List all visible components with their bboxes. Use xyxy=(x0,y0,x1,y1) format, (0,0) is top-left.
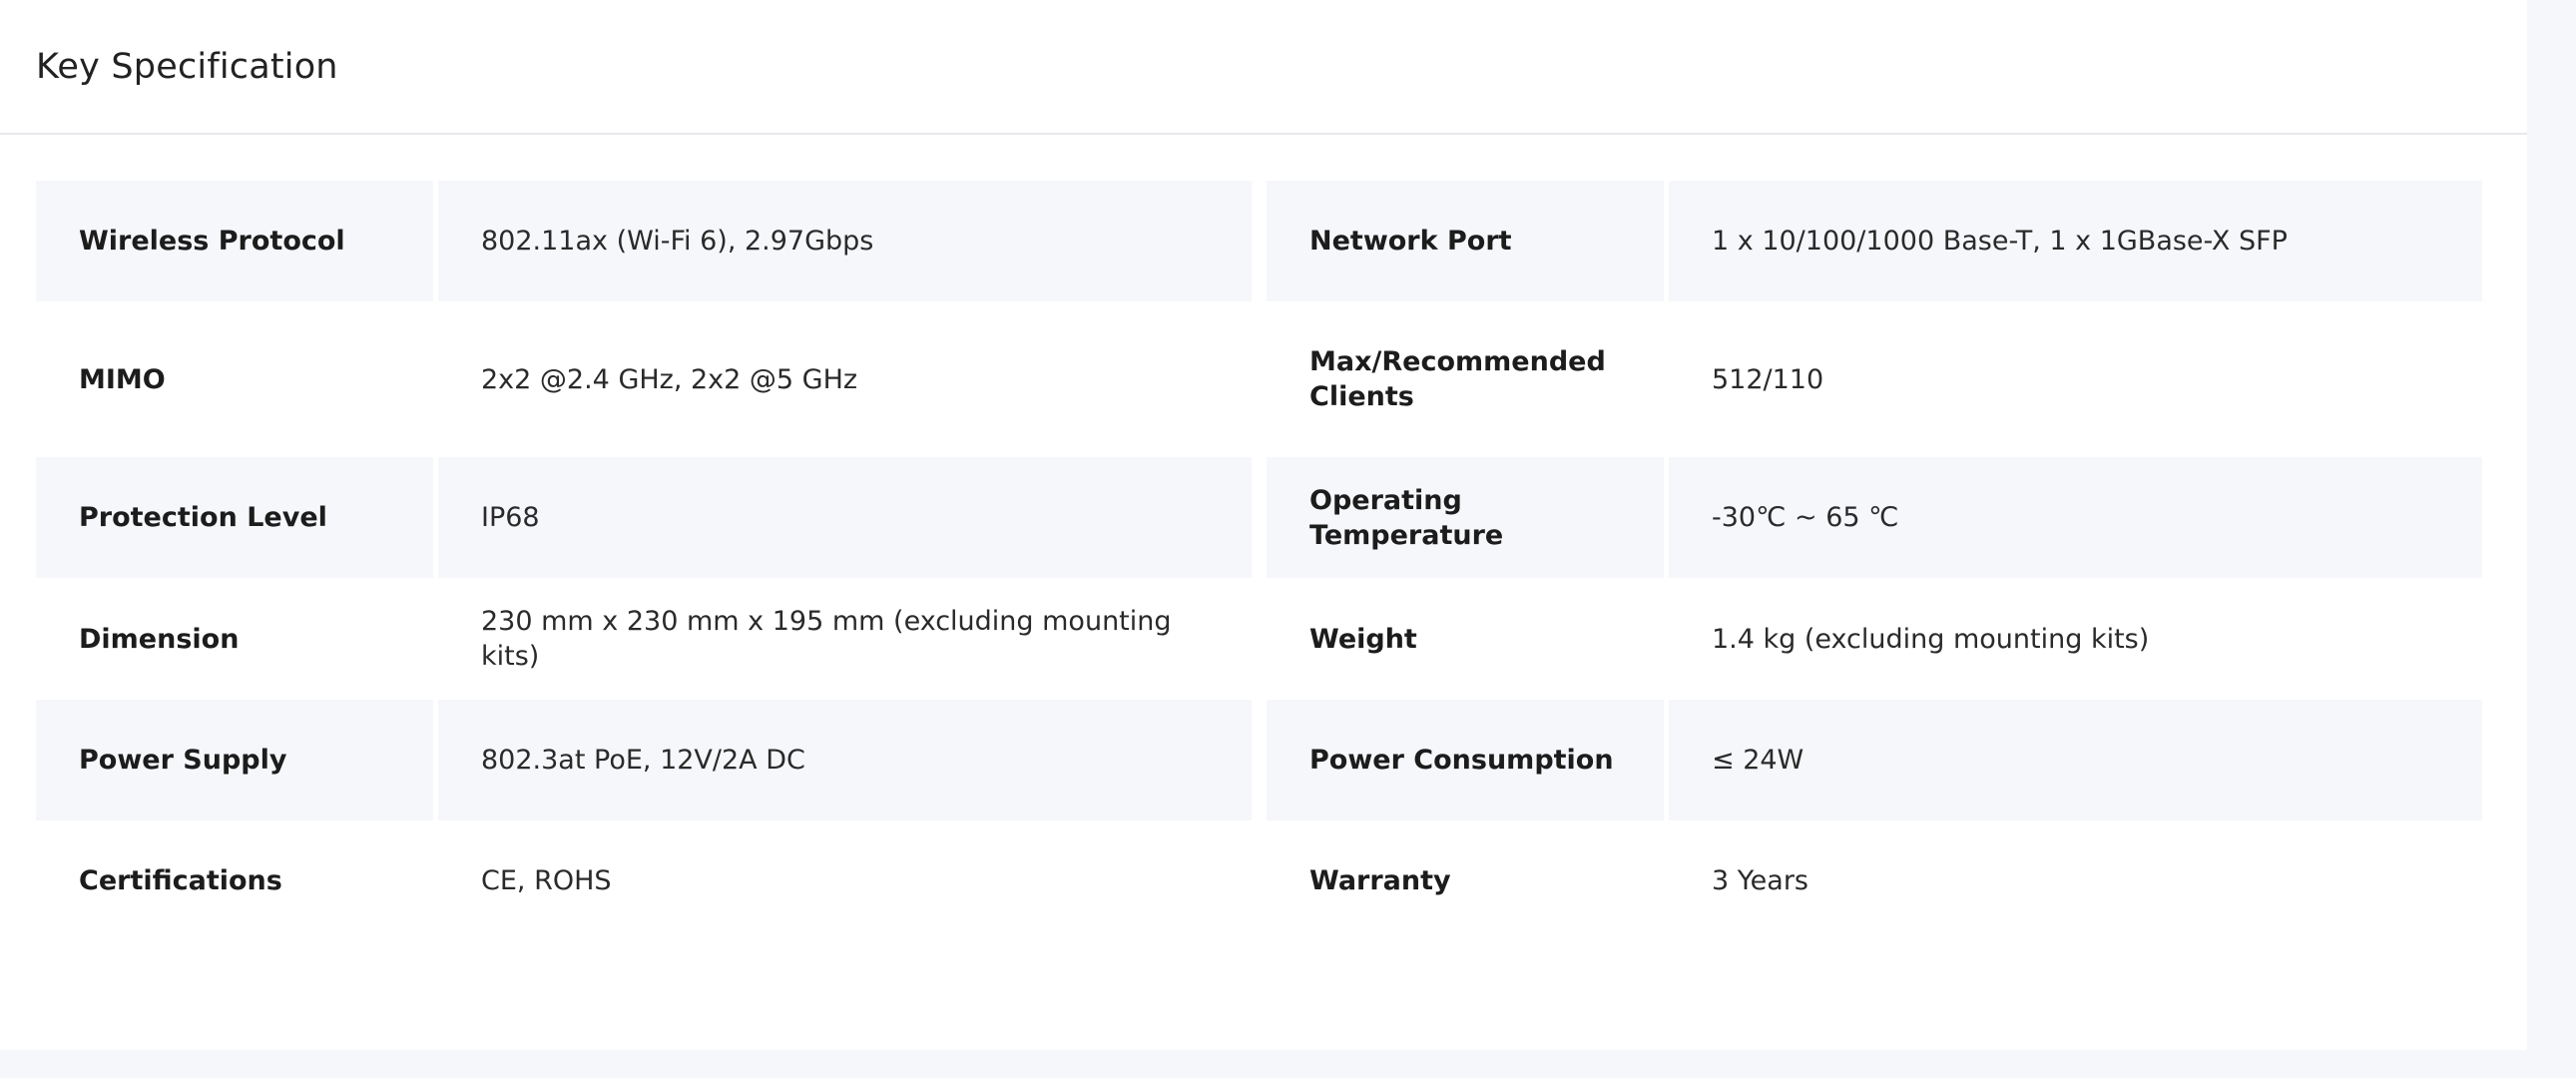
spec-value: 230 mm x 230 mm x 195 mm (excluding moun… xyxy=(481,606,1172,672)
spec-value: 2x2 @2.4 GHz, 2x2 @5 GHz xyxy=(481,363,858,395)
spec-value-cell: ≤ 24W xyxy=(1669,700,2482,820)
spec-pair-right: Warranty 3 Years xyxy=(1267,820,2482,941)
spec-value: CE, ROHS xyxy=(481,865,612,896)
spec-label: Network Port xyxy=(1309,226,1512,257)
spec-pair-right: Operating Temperature -30℃ ~ 65 ℃ xyxy=(1267,457,2482,578)
spec-row: Protection Level IP68 Operating Temperat… xyxy=(36,457,2483,578)
spec-value: 802.11ax (Wi-Fi 6), 2.97Gbps xyxy=(481,226,874,257)
spec-row: Dimension 230 mm x 230 mm x 195 mm (excl… xyxy=(36,578,2483,700)
spec-value: -30℃ ~ 65 ℃ xyxy=(1712,502,1899,533)
spec-value-cell: 3 Years xyxy=(1669,820,2482,941)
spec-pair-left: Power Supply 802.3at PoE, 12V/2A DC xyxy=(36,700,1252,820)
panel-header: Key Specification xyxy=(0,0,2527,135)
spec-value: 1 x 10/100/1000 Base-T, 1 x 1GBase-X SFP xyxy=(1712,226,2288,257)
spec-label-cell: Warranty xyxy=(1267,820,1664,941)
spec-value: 1.4 kg (excluding mounting kits) xyxy=(1712,623,2150,655)
spec-label: MIMO xyxy=(79,363,166,395)
spec-label-cell: MIMO xyxy=(36,301,433,457)
spec-label-cell: Protection Level xyxy=(36,457,433,578)
spec-value-cell: 802.11ax (Wi-Fi 6), 2.97Gbps xyxy=(438,181,1252,301)
spec-value-cell: 2x2 @2.4 GHz, 2x2 @5 GHz xyxy=(438,301,1252,457)
spec-table: Wireless Protocol 802.11ax (Wi-Fi 6), 2.… xyxy=(36,181,2483,941)
spec-pair-left: Certifications CE, ROHS xyxy=(36,820,1252,941)
spec-value: 802.3at PoE, 12V/2A DC xyxy=(481,745,805,776)
spec-row: Wireless Protocol 802.11ax (Wi-Fi 6), 2.… xyxy=(36,181,2483,301)
spec-pair-right: Power Consumption ≤ 24W xyxy=(1267,700,2482,820)
spec-pair-right: Network Port 1 x 10/100/1000 Base-T, 1 x… xyxy=(1267,181,2482,301)
spec-value-cell: CE, ROHS xyxy=(438,820,1252,941)
spec-label-cell: Dimension xyxy=(36,578,433,700)
spec-label: Warranty xyxy=(1309,865,1451,896)
spec-label: Dimension xyxy=(79,623,240,655)
page-title: Key Specification xyxy=(36,46,338,87)
spec-label: Operating Temperature xyxy=(1309,484,1504,551)
spec-value: IP68 xyxy=(481,502,540,533)
spec-label-cell: Network Port xyxy=(1267,181,1664,301)
spec-label: Certifications xyxy=(79,865,282,896)
spec-value-cell: -30℃ ~ 65 ℃ xyxy=(1669,457,2482,578)
key-specification-panel: Key Specification Wireless Protocol 802.… xyxy=(0,0,2527,1050)
spec-pair-right: Max/Recommended Clients 512/110 xyxy=(1267,301,2482,457)
spec-label-cell: Certifications xyxy=(36,820,433,941)
spec-value: 512/110 xyxy=(1712,363,1824,395)
spec-label: Power Supply xyxy=(79,745,287,776)
spec-row: MIMO 2x2 @2.4 GHz, 2x2 @5 GHz Max/Recomm… xyxy=(36,301,2483,457)
spec-value-cell: 1.4 kg (excluding mounting kits) xyxy=(1669,578,2482,700)
spec-pair-left: MIMO 2x2 @2.4 GHz, 2x2 @5 GHz xyxy=(36,301,1252,457)
spec-label-cell: Weight xyxy=(1267,578,1664,700)
spec-row: Power Supply 802.3at PoE, 12V/2A DC Powe… xyxy=(36,700,2483,820)
spec-value-cell: IP68 xyxy=(438,457,1252,578)
spec-label: Weight xyxy=(1309,623,1417,655)
spec-value-cell: 1 x 10/100/1000 Base-T, 1 x 1GBase-X SFP xyxy=(1669,181,2482,301)
spec-label-cell: Power Supply xyxy=(36,700,433,820)
spec-value: 3 Years xyxy=(1712,865,1808,896)
spec-label-cell: Operating Temperature xyxy=(1267,457,1664,578)
spec-label: Power Consumption xyxy=(1309,745,1614,776)
spec-label: Max/Recommended Clients xyxy=(1309,346,1606,412)
spec-value-cell: 230 mm x 230 mm x 195 mm (excluding moun… xyxy=(438,578,1252,700)
spec-label: Wireless Protocol xyxy=(79,226,345,257)
spec-pair-left: Dimension 230 mm x 230 mm x 195 mm (excl… xyxy=(36,578,1252,700)
spec-pair-right: Weight 1.4 kg (excluding mounting kits) xyxy=(1267,578,2482,700)
spec-value: ≤ 24W xyxy=(1712,745,1804,776)
spec-pair-left: Wireless Protocol 802.11ax (Wi-Fi 6), 2.… xyxy=(36,181,1252,301)
spec-label: Protection Level xyxy=(79,502,327,533)
spec-label-cell: Wireless Protocol xyxy=(36,181,433,301)
spec-value-cell: 802.3at PoE, 12V/2A DC xyxy=(438,700,1252,820)
spec-label-cell: Max/Recommended Clients xyxy=(1267,301,1664,457)
spec-label-cell: Power Consumption xyxy=(1267,700,1664,820)
spec-pair-left: Protection Level IP68 xyxy=(36,457,1252,578)
spec-value-cell: 512/110 xyxy=(1669,301,2482,457)
spec-row: Certifications CE, ROHS Warranty 3 Years xyxy=(36,820,2483,941)
